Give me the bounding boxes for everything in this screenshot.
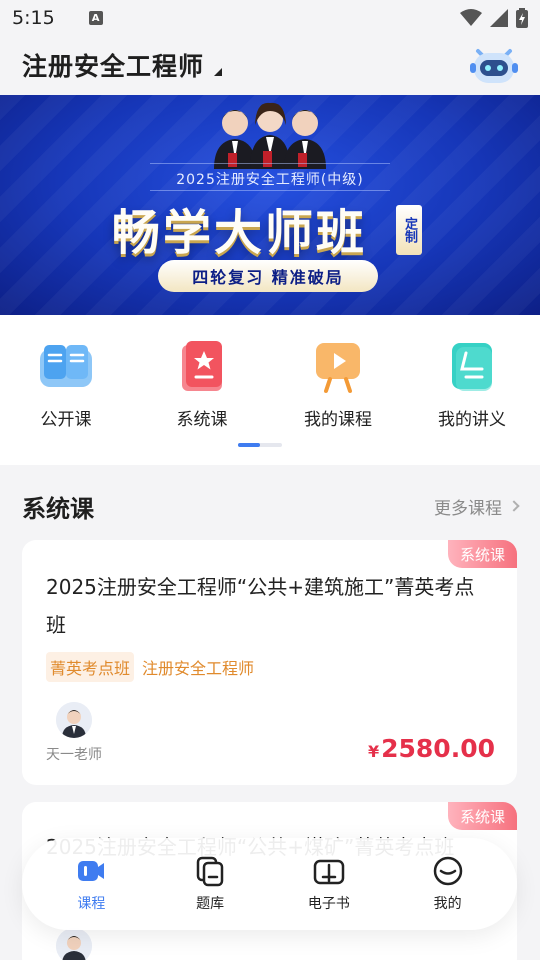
banner-subtitle: 2025注册安全工程师(中级) [176,172,364,188]
course-price: ¥ 2580.00 [368,734,495,763]
nav-label: 我的 [433,896,462,912]
question-bank-icon [196,856,224,887]
notification-icon: A [88,11,103,25]
nav-label: 电子书 [307,896,350,912]
nav-item-ebook[interactable]: 电子书 [279,855,379,913]
pager-active [238,443,260,447]
quick-item-my-notes[interactable]: 我的讲义 [412,339,532,430]
play-video-icon [316,343,360,393]
caret-down-icon[interactable] [214,68,223,76]
quick-label: 系统课 [176,410,228,430]
status-bar: 5:15 A [0,0,540,36]
course-card[interactable]: 系统课 2025注册安全工程师“公共+建筑施工”菁英考点班 菁英考点班 注册安全… [22,540,517,785]
ebook-icon [313,859,345,885]
profile-icon [433,856,462,886]
course-type-badge: 系统课 [447,802,517,830]
app-header: 注册安全工程师 [0,36,540,94]
status-icons [460,8,528,28]
wifi-icon [460,9,482,26]
teacher-avatar [56,928,92,960]
nav-label: 题库 [196,896,225,912]
status-time: 5:15 [12,7,55,29]
more-courses-label: 更多课程 [434,498,502,519]
quick-item-open-course[interactable]: 公开课 [6,339,126,430]
nav-label: 课程 [77,896,106,912]
bottom-nav: 课程 题库 电子书 我的 [22,838,517,930]
signal-icon [490,9,508,27]
nav-item-question-bank[interactable]: 题库 [160,855,260,913]
course-tag-secondary: 注册安全工程师 [142,659,255,678]
price-value: 2580.00 [381,734,495,763]
assistant-bot-icon[interactable] [470,43,518,87]
nav-item-mine[interactable]: 我的 [398,855,498,913]
price-currency: ¥ [367,742,380,761]
more-courses-link[interactable]: 更多课程 [434,494,520,519]
teacher-avatar [56,702,92,738]
banner-tag: 定制 [396,205,422,255]
course-tags: 菁英考点班 注册安全工程师 [46,652,254,682]
system-course-icon [182,341,222,391]
chevron-right-icon [508,500,520,512]
section-header: 系统课 更多课程 [22,486,520,526]
quick-nav: 公开课 系统课 我的课程 我的讲义 [0,315,540,465]
course-title: 2025注册安全工程师“公共+建筑施工”菁英考点班 [46,575,475,637]
nav-item-courses[interactable]: 课程 [41,855,141,913]
teacher-name: 天一老师 [46,747,102,763]
quick-label: 我的讲义 [438,410,506,430]
notes-icon [452,343,492,391]
video-course-icon [78,861,105,881]
course-type-badge: 系统课 [447,540,517,568]
open-book-icon [40,345,92,387]
promo-banner[interactable]: 2025注册安全工程师(中级) 畅学大师班 定制 四轮复习 精准破局 [0,95,540,315]
quick-item-system-course[interactable]: 系统课 [142,339,262,430]
course-tag-primary: 菁英考点班 [46,652,135,682]
quick-item-my-courses[interactable]: 我的课程 [278,339,398,430]
quick-label: 我的课程 [304,410,372,430]
pager-indicator [238,443,282,447]
banner-title: 畅学大师班 [112,205,368,261]
section-title: 系统课 [22,494,94,523]
battery-icon [516,8,528,28]
teachers-illustration [214,102,326,169]
exam-selector[interactable]: 注册安全工程师 [22,47,204,83]
banner-pill: 四轮复习 精准破局 [158,260,378,292]
quick-label: 公开课 [40,410,92,430]
